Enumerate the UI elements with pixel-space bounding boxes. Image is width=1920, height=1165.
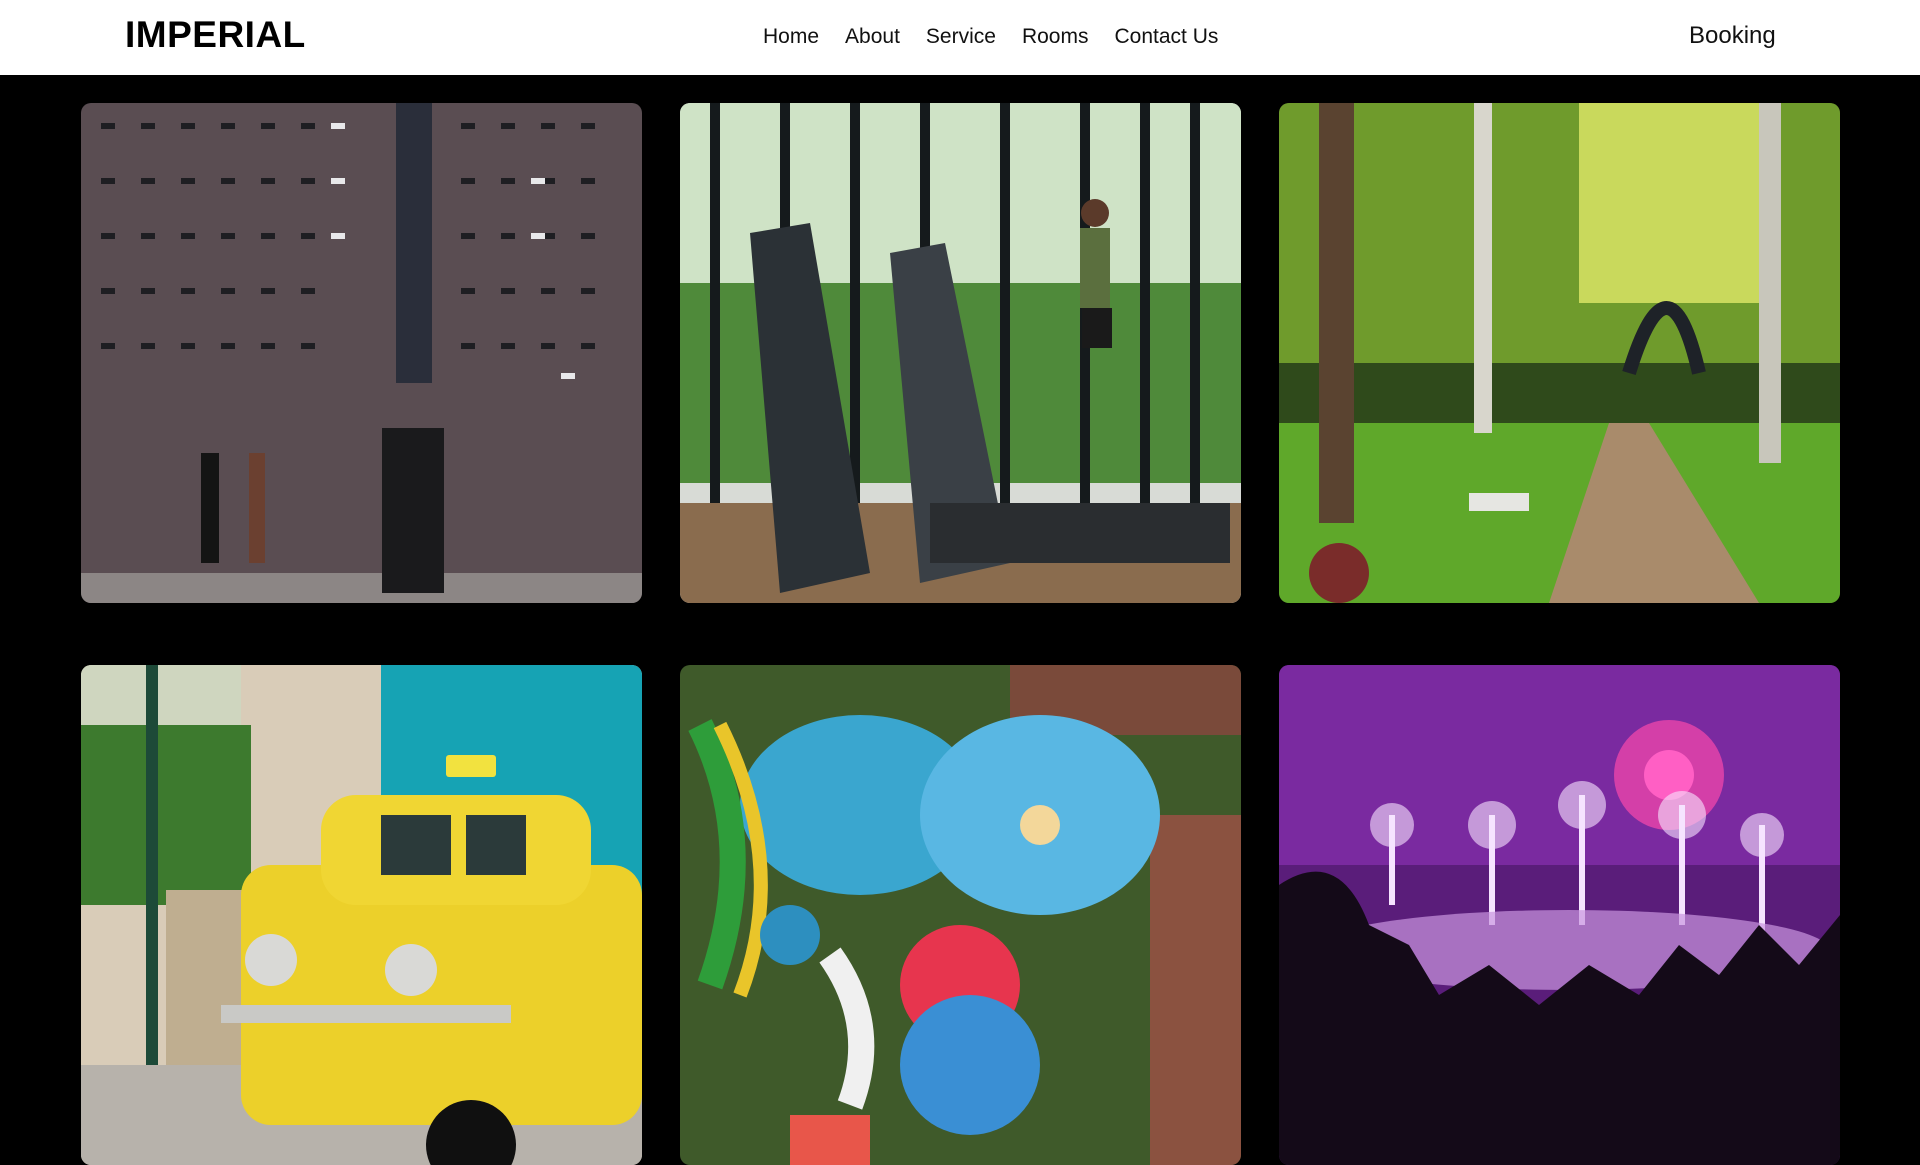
gallery-image-gym-treadmills[interactable]	[680, 103, 1241, 603]
nav-rooms[interactable]: Rooms	[1022, 24, 1089, 50]
brand-logo[interactable]: IMPERIAL	[125, 14, 306, 56]
image-gallery	[0, 75, 1920, 1165]
gallery-image-cameras-wall[interactable]	[81, 103, 642, 603]
gallery-image-forest-park[interactable]	[1279, 103, 1840, 603]
booking-link[interactable]: Booking	[1689, 22, 1776, 50]
nav-home[interactable]: Home	[763, 24, 819, 50]
main-nav: Home About Service Rooms Contact Us	[763, 24, 1244, 50]
gallery-image-concert-fireworks[interactable]	[1279, 665, 1840, 1165]
nav-about[interactable]: About	[845, 24, 900, 50]
site-header: IMPERIAL Home About Service Rooms Contac…	[0, 0, 1920, 75]
gallery-image-waterpark-aerial[interactable]	[680, 665, 1241, 1165]
nav-contact-us[interactable]: Contact Us	[1114, 24, 1218, 50]
gallery-image-yellow-taxi[interactable]	[81, 665, 642, 1165]
nav-service[interactable]: Service	[926, 24, 996, 50]
